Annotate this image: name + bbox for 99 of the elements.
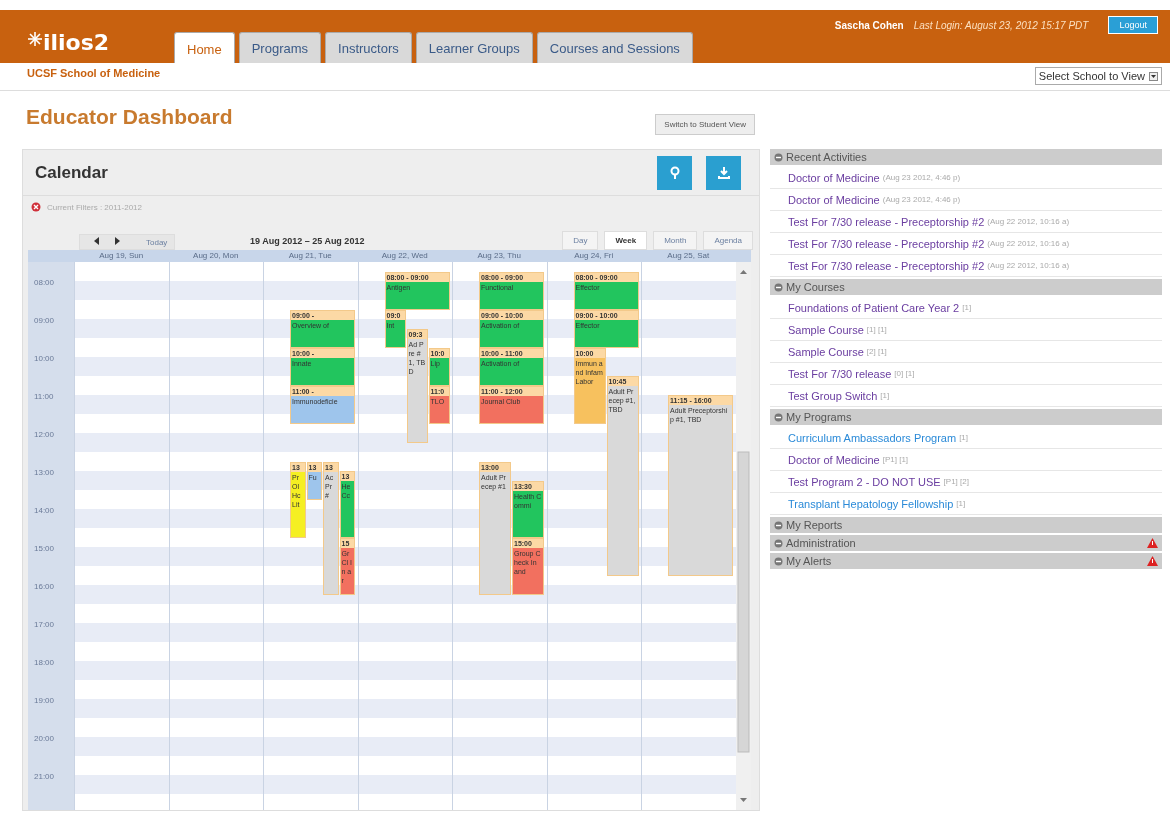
time-label: 15:00 [34, 543, 55, 553]
nav-tab[interactable]: Programs [238, 32, 322, 63]
item-link[interactable]: Curriculum Ambassadors Program [788, 431, 957, 444]
nav-tab[interactable]: Courses and Sessions [536, 32, 693, 63]
view-tab[interactable]: Month [653, 231, 698, 250]
item-link[interactable]: Doctor of Medicine [788, 193, 880, 206]
time-label: 14:00 [34, 505, 55, 515]
day-header: Aug 21, Tue [287, 250, 333, 262]
item-meta: (Aug 22 2012, 10:16 a) [987, 239, 1070, 248]
time-label: 17:00 [34, 619, 55, 629]
item-meta: [1] [956, 499, 966, 508]
filter-text: Current Filters : 2011-2012 [47, 202, 142, 212]
section-title: Administration [786, 537, 856, 549]
time-label: 20:00 [34, 733, 55, 743]
item-link[interactable]: Doctor of Medicine [788, 453, 880, 466]
nav-tab[interactable]: Instructors [325, 32, 412, 63]
remove-filter-icon[interactable] [31, 202, 41, 212]
download-button[interactable] [706, 155, 741, 190]
today-button[interactable]: Today [140, 237, 174, 247]
item-link[interactable]: Test For 7/30 release [788, 367, 892, 380]
day-header: Aug 23, Thu [476, 250, 522, 262]
day-header: Aug 25, Sat [666, 250, 711, 262]
scrollbar[interactable] [736, 262, 751, 810]
collapse-icon [774, 520, 783, 530]
time-label: 11:00 [34, 391, 54, 401]
time-label: 18:00 [34, 657, 55, 667]
collapse-icon [774, 538, 783, 548]
item-meta: [P1] [1] [882, 455, 909, 464]
collapse-icon [774, 282, 783, 292]
section-header[interactable]: My Alerts [770, 553, 1162, 569]
time-label: 16:00 [34, 581, 55, 591]
time-label: 19:00 [34, 695, 55, 705]
school-name: UCSF School of Medicine [27, 67, 161, 79]
item-link[interactable]: Test Program 2 - DO NOT USE [788, 475, 941, 488]
view-tab[interactable]: Agenda [703, 231, 753, 250]
time-label: 21:00 [34, 771, 55, 781]
collapse-icon [774, 412, 783, 422]
view-tab[interactable]: Week [604, 231, 648, 250]
item-link[interactable]: Test For 7/30 release - Preceptorship #2 [788, 215, 985, 228]
item-link[interactable]: Foundations of Patient Care Year 2 [788, 301, 960, 314]
collapse-icon [774, 556, 783, 566]
item-link[interactable]: Sample Course [788, 345, 864, 358]
calendar-title: Calendar [35, 162, 108, 183]
time-label: 12:00 [34, 429, 55, 439]
section-header[interactable]: Administration [770, 535, 1162, 551]
sunburst-icon [28, 32, 42, 46]
section-title: My Programs [786, 411, 852, 423]
time-label: 13:00 [34, 467, 55, 477]
section-title: My Alerts [786, 555, 832, 567]
item-meta: (Aug 22 2012, 10:16 a) [987, 261, 1070, 270]
date-range: 19 Aug 2012 – 25 Aug 2012 [250, 236, 365, 246]
day-header: Aug 20, Mon [192, 250, 240, 262]
dropdown-icon [1149, 71, 1158, 81]
section-title: My Reports [786, 519, 843, 531]
left-arrow-icon [94, 237, 100, 245]
item-link[interactable]: Doctor of Medicine [788, 171, 880, 184]
time-label: 09:00 [34, 315, 55, 325]
day-header: Aug 24, Fri [573, 250, 615, 262]
item-link[interactable]: Test Group Switch [788, 389, 878, 402]
item-link[interactable]: Test For 7/30 release - Preceptorship #2 [788, 237, 985, 250]
item-meta: (Aug 22 2012, 10:16 a) [987, 217, 1070, 226]
logo-text: ilios2 [43, 30, 110, 55]
user-name: Sascha Cohen [834, 19, 904, 31]
item-meta: (Aug 23 2012, 4:46 p) [882, 173, 961, 182]
section-header[interactable]: My Programs [770, 409, 1162, 425]
section-title: Recent Activities [786, 151, 867, 163]
search-button[interactable] [657, 155, 692, 190]
item-meta: [1] [959, 433, 969, 442]
nav-tab[interactable]: Learner Groups [415, 32, 533, 63]
item-meta: [0] [1] [894, 369, 915, 378]
item-link[interactable]: Sample Course [788, 323, 864, 336]
view-tab[interactable]: Day [562, 231, 599, 250]
switch-view-button[interactable]: Switch to Student View [655, 114, 755, 135]
time-label: 08:00 [34, 277, 55, 287]
section-title: My Courses [786, 281, 845, 293]
item-meta: [2] [1] [866, 347, 887, 356]
collapse-icon [774, 152, 783, 162]
section-header[interactable]: My Reports [770, 517, 1162, 533]
school-select[interactable]: Select School to View [1034, 67, 1162, 85]
section-header[interactable]: Recent Activities [770, 149, 1162, 165]
item-link[interactable]: Transplant Hepatology Fellowship [788, 497, 954, 510]
item-meta: [P1] [2] [943, 477, 969, 486]
item-meta: [1] [880, 391, 890, 400]
time-label: 10:00 [34, 353, 55, 363]
page-title: Educator Dashboard [26, 105, 233, 129]
item-link[interactable]: Test For 7/30 release - Preceptorship #2 [788, 259, 985, 272]
last-login: Last Login: August 23, 2012 15:17 PDT [913, 19, 1089, 31]
warning-icon [1147, 556, 1158, 566]
day-header: Aug 19, Sun [98, 250, 145, 262]
download-icon [716, 165, 731, 180]
section-header[interactable]: My Courses [770, 279, 1162, 295]
item-meta: [1] [1] [866, 325, 887, 334]
search-icon [668, 165, 681, 180]
warning-icon [1147, 538, 1158, 548]
right-arrow-icon [114, 237, 120, 245]
item-meta: [1] [962, 303, 972, 312]
item-meta: (Aug 23 2012, 4:46 p) [882, 195, 961, 204]
day-header: Aug 22, Wed [380, 250, 429, 262]
nav-tab[interactable]: Home [174, 32, 235, 63]
